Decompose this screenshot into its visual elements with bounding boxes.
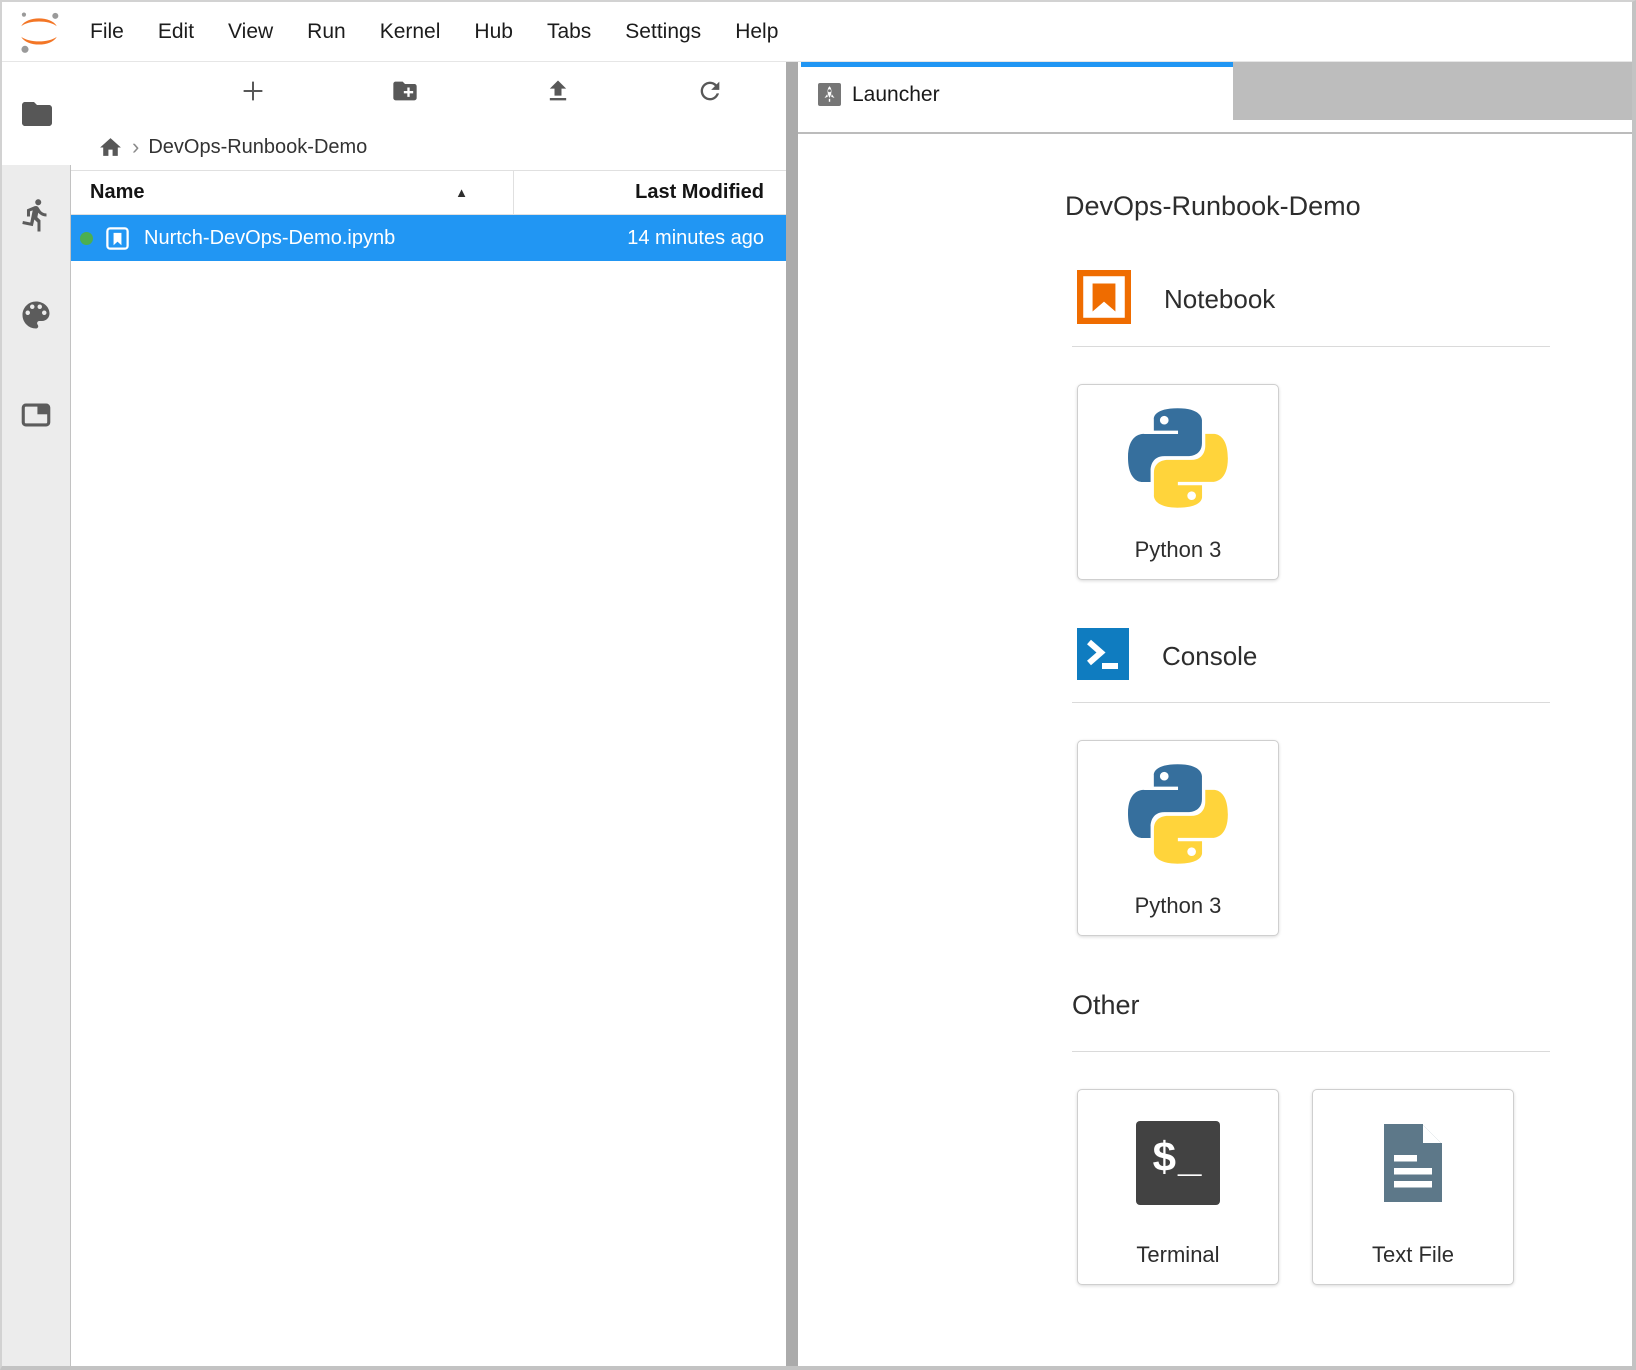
new-launcher-button[interactable] (177, 62, 329, 124)
launcher-card-text-file[interactable]: Text File (1312, 1089, 1514, 1285)
python-logo-icon (1128, 764, 1228, 864)
menu-help[interactable]: Help (718, 20, 795, 44)
plus-icon (238, 76, 268, 111)
main-dock-panel: Launcher DevOps-Runbook-Demo Notebook (798, 62, 1632, 1366)
file-modified: 14 minutes ago (627, 227, 786, 250)
column-header-name[interactable]: Name ▲ (71, 171, 513, 214)
launcher-panel: DevOps-Runbook-Demo Notebook (798, 134, 1632, 1366)
menu-edit[interactable]: Edit (141, 20, 211, 44)
notebook-orange-icon (1077, 270, 1131, 329)
section-label-console: Console (1162, 641, 1257, 672)
section-divider (1072, 1051, 1550, 1052)
menu-run[interactable]: Run (290, 20, 363, 44)
refresh-icon (696, 77, 724, 110)
menu-kernel[interactable]: Kernel (363, 20, 458, 44)
panel-splitter[interactable] (786, 62, 798, 1366)
launcher-card-notebook-python3[interactable]: Python 3 (1077, 384, 1279, 580)
menu-view[interactable]: View (211, 20, 290, 44)
dock-tab-bar: Launcher (798, 62, 1632, 122)
left-sidebar (2, 62, 71, 1366)
launcher-section-console: Console (1065, 628, 1550, 685)
launcher-card-console-python3[interactable]: Python 3 (1077, 740, 1279, 936)
console-cards-row: Python 3 (1065, 740, 1550, 936)
workspace-body: › DevOps-Runbook-Demo Name ▲ Last Modifi… (2, 62, 1632, 1366)
section-divider (1072, 346, 1550, 347)
refresh-button[interactable] (634, 62, 786, 124)
sidebar-tab-command-palette[interactable] (2, 265, 70, 365)
sidebar-tab-file-browser[interactable] (2, 62, 71, 165)
tab-bar-filler (1233, 62, 1632, 120)
tabs-icon (19, 398, 53, 432)
upload-button[interactable] (482, 62, 634, 124)
sidebar-tab-running-sessions[interactable] (2, 165, 70, 265)
column-header-modified[interactable]: Last Modified (514, 171, 786, 214)
menu-tabs[interactable]: Tabs (530, 20, 608, 44)
card-label: Terminal (1136, 1242, 1219, 1268)
palette-icon (18, 297, 54, 333)
rocket-icon (818, 83, 841, 106)
menu-settings[interactable]: Settings (608, 20, 718, 44)
text-file-icon (1363, 1113, 1463, 1213)
menu-file[interactable]: File (73, 20, 141, 44)
folder-icon (19, 96, 55, 132)
section-divider (1072, 702, 1550, 703)
menu-items: File Edit View Run Kernel Hub Tabs Setti… (73, 20, 795, 44)
breadcrumb: › DevOps-Runbook-Demo (71, 124, 786, 170)
file-list-header: Name ▲ Last Modified (71, 170, 786, 215)
file-row-notebook[interactable]: Nurtch-DevOps-Demo.ipynb 14 minutes ago (71, 215, 786, 261)
jupyterlab-window: File Edit View Run Kernel Hub Tabs Setti… (0, 0, 1636, 1370)
section-label-other: Other (1065, 990, 1550, 1021)
other-cards-row: $_ Terminal (1065, 1089, 1550, 1285)
sort-ascending-icon: ▲ (455, 185, 468, 200)
section-label-notebook: Notebook (1164, 284, 1275, 315)
tab-launcher[interactable]: Launcher (801, 62, 1233, 122)
breadcrumb-folder[interactable]: DevOps-Runbook-Demo (148, 136, 367, 159)
running-man-icon (18, 197, 54, 233)
breadcrumb-separator: › (132, 136, 139, 158)
jupyter-logo-icon (16, 9, 62, 55)
notebook-cards-row: Python 3 (1065, 384, 1550, 580)
terminal-icon: $_ (1128, 1113, 1228, 1213)
file-browser-panel: › DevOps-Runbook-Demo Name ▲ Last Modifi… (71, 62, 786, 1366)
modified-column-label: Last Modified (635, 181, 764, 204)
tab-launcher-label: Launcher (852, 83, 940, 107)
kernel-running-dot (80, 232, 93, 245)
sidebar-tab-open-tabs[interactable] (2, 365, 70, 465)
upload-icon (544, 77, 572, 110)
console-blue-icon (1077, 628, 1129, 685)
file-browser-toolbar (71, 62, 786, 124)
menu-bar: File Edit View Run Kernel Hub Tabs Setti… (2, 2, 1632, 62)
tab-bar-border (798, 122, 1632, 134)
new-folder-icon (391, 77, 419, 110)
home-icon[interactable] (98, 135, 123, 160)
launcher-section-notebook: Notebook (1065, 270, 1550, 329)
python-logo-icon (1128, 408, 1228, 508)
card-label: Python 3 (1135, 893, 1222, 919)
notebook-file-icon (104, 225, 131, 252)
launcher-cwd-title: DevOps-Runbook-Demo (1065, 190, 1550, 222)
name-column-label: Name (90, 181, 144, 204)
new-folder-button[interactable] (329, 62, 481, 124)
file-name: Nurtch-DevOps-Demo.ipynb (144, 227, 395, 250)
card-label: Text File (1372, 1242, 1454, 1268)
menu-hub[interactable]: Hub (457, 20, 530, 44)
card-label: Python 3 (1135, 537, 1222, 563)
launcher-card-terminal[interactable]: $_ Terminal (1077, 1089, 1279, 1285)
